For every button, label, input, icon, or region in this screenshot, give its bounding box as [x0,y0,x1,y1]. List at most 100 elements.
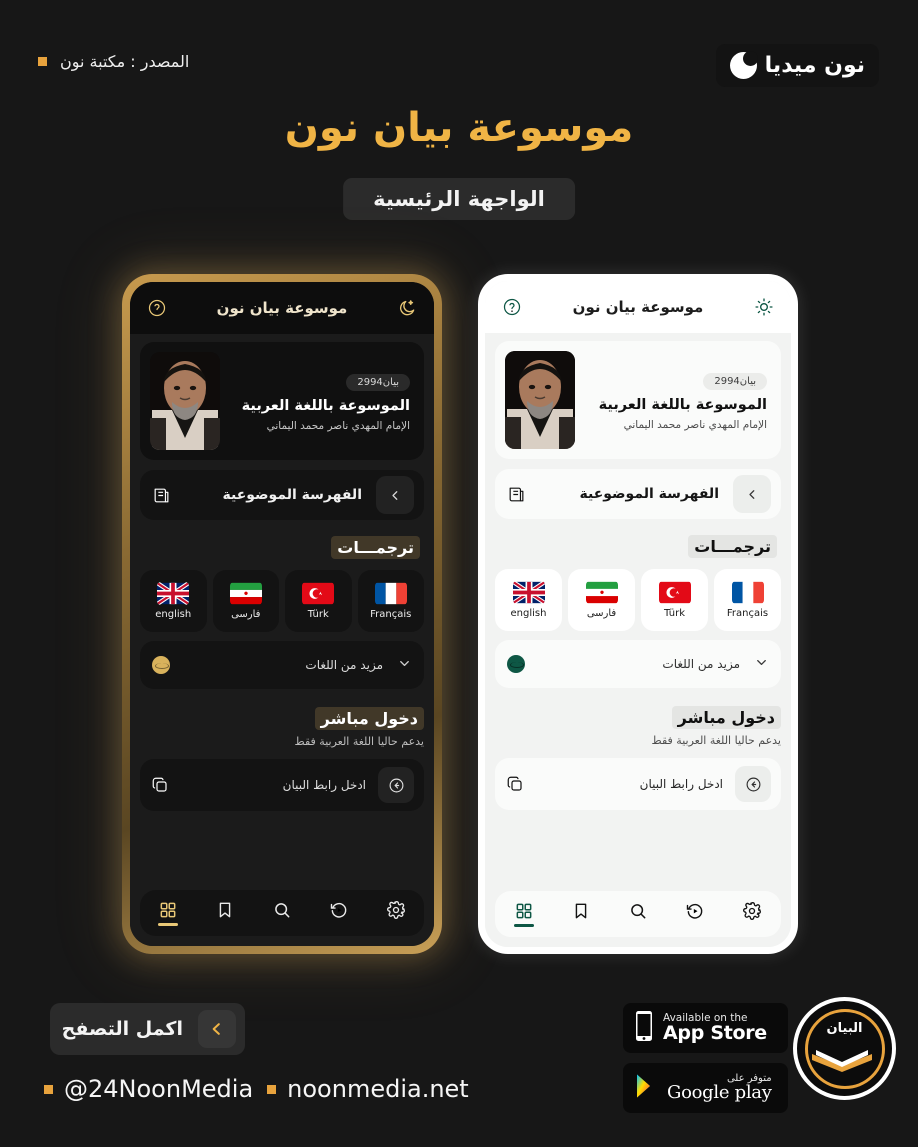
arrow-left-circle-icon[interactable] [378,767,414,803]
nav-item-search[interactable] [617,901,659,927]
index-row-label: الفهرسة الموضوعية [579,486,719,502]
more-languages-label: مزيد من اللغات [305,658,383,672]
nav-item-settings[interactable] [731,901,773,927]
nav-underline [571,924,591,927]
uk-flag [157,582,190,605]
turkey-flag [302,582,335,605]
nav-item-grid[interactable] [503,901,545,927]
hero-card[interactable]: بيان2994 الموسوعة باللغة العربية الإمام … [140,342,424,460]
translations-list: english فارسى Türk Français [140,570,424,632]
avatar [505,351,575,449]
arrow-left-circle-icon[interactable] [735,766,771,802]
app-store-badge[interactable]: Available on the App Store [623,1003,788,1053]
handle-text: noonmedia.net [287,1075,469,1103]
flag-label: english [155,609,192,620]
flag-card-farsi[interactable]: فارسى [212,570,279,632]
crescent-moon-icon [729,51,758,79]
hero-title: الموسوعة باللغة العربية [598,396,767,413]
index-row[interactable]: الفهرسة الموضوعية [495,469,781,519]
phone-mockup-light: موسوعة بيان نون بيان2994 الموسوعة باللغة… [478,274,798,954]
nav-active-underline [158,923,179,926]
google-play-badge[interactable]: متوفر على Google play [623,1063,788,1113]
chevron-left-icon[interactable] [733,475,771,513]
direct-link-row[interactable]: ادخل رابط البيان [140,759,424,811]
poster-top-bar: نون ميديا المصدر : مكتبة نون [0,0,918,110]
sun-icon[interactable] [753,296,775,318]
direct-access-heading: دخول مباشر [140,707,424,730]
question-circle-icon[interactable] [146,297,168,319]
nav-underline [215,923,235,926]
nav-underline [272,923,292,926]
direct-link-row[interactable]: ادخل رابط البيان [495,758,781,810]
iphone-icon [634,1010,654,1046]
play-triangle-icon [634,1073,658,1103]
flag-card-francais[interactable]: Français [357,570,424,632]
more-languages-label: مزيد من اللغات [662,657,740,671]
google-play-big: Google play [667,1082,772,1103]
continue-browsing-button[interactable]: اكمل التصفح [50,1003,245,1055]
flag-card-english[interactable]: english [140,570,207,632]
chevron-down-icon[interactable] [397,656,412,675]
more-languages-row[interactable]: مزيد من اللغات [140,641,424,689]
iran-flag [585,581,618,604]
open-book-icon [811,1049,872,1072]
app-header: موسوعة بيان نون [485,281,791,333]
chevron-left-icon[interactable] [376,476,414,514]
phone-mockup-dark: موسوعة بيان نون بيان2994 الموسوعة باللغة… [122,274,442,954]
bayan-logo-word: البيان [826,1020,863,1036]
nav-item-grid[interactable] [147,900,189,926]
handle-item[interactable]: @24NoonMedia [44,1075,253,1103]
nav-item-bookmark[interactable] [560,901,602,927]
continue-browsing-label: اكمل التصفح [61,1018,183,1040]
nav-item-history[interactable] [674,901,716,927]
app-screen-light: موسوعة بيان نون بيان2994 الموسوعة باللغة… [485,281,791,947]
phone-mockups: موسوعة بيان نون بيان2994 الموسوعة باللغة… [0,272,918,962]
copy-icon [150,775,170,795]
nav-underline [386,923,406,926]
direct-access-heading-text: دخول مباشر [314,707,424,730]
source-credit: المصدر : مكتبة نون [38,52,189,71]
handle-item[interactable]: noonmedia.net [267,1075,469,1103]
app-title: موسوعة بيان نون [572,298,704,316]
turkey-flag [658,581,691,604]
store-badges: Available on the App Store متوفر على Goo… [623,1003,788,1113]
brand-logo: نون ميديا [715,44,879,87]
app-body: بيان2994 الموسوعة باللغة العربية الإمام … [130,334,434,946]
nav-item-search[interactable] [261,900,303,926]
index-row-label: الفهرسة الموضوعية [222,487,362,503]
translations-heading-text: ترجمـــات [331,536,420,559]
index-row[interactable]: الفهرسة الموضوعية [140,470,424,520]
flag-label: english [510,608,547,619]
moon-star-icon[interactable] [396,297,418,319]
bayan-logo-inner: البيان [804,1008,885,1089]
direct-link-label: ادخل رابط البيان [639,777,723,791]
bottom-nav [495,891,781,937]
app-screen-dark: موسوعة بيان نون بيان2994 الموسوعة باللغة… [130,282,434,946]
flag-card-turk[interactable]: Türk [641,569,708,631]
nav-item-bookmark[interactable] [204,900,246,926]
nav-item-settings[interactable] [375,900,417,926]
flag-card-francais[interactable]: Français [714,569,781,631]
google-play-text: متوفر على Google play [667,1074,772,1102]
nav-active-underline [513,924,534,927]
globe-icon [507,655,525,673]
flag-card-english[interactable]: english [495,569,562,631]
direct-access-note: يدعم حاليا اللغة العربية فقط [651,734,781,747]
more-languages-row[interactable]: مزيد من اللغات [495,640,781,688]
nav-underline [329,923,349,926]
nav-underline [628,924,648,927]
hero-card[interactable]: بيان2994 الموسوعة باللغة العربية الإمام … [495,341,781,459]
flag-card-turk[interactable]: Türk [285,570,352,632]
chevron-down-icon[interactable] [754,655,769,674]
direct-link-label: ادخل رابط البيان [282,778,366,792]
uk-flag [512,581,545,604]
nav-item-history[interactable] [318,900,360,926]
translations-list: english فارسى Türk Français [495,569,781,631]
question-circle-icon[interactable] [501,296,523,318]
translations-heading: ترجمـــات [140,534,424,561]
brand-name: نون ميديا [764,53,865,78]
flag-card-farsi[interactable]: فارسى [568,569,635,631]
avatar [150,352,220,450]
app-header: موسوعة بيان نون [130,282,434,334]
